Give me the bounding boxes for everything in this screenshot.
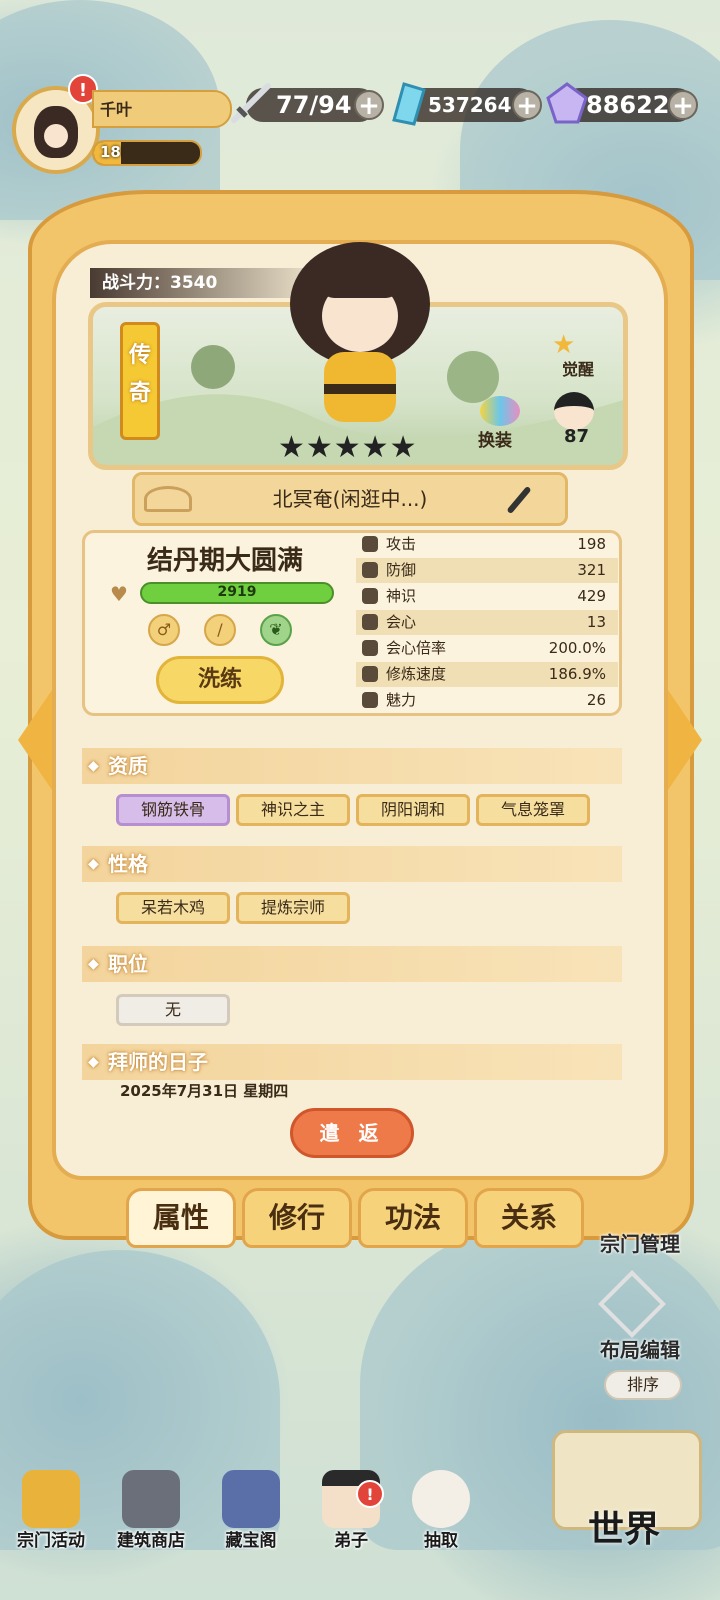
pagoda-icon: [22, 1470, 80, 1528]
stat-value: 321: [577, 561, 606, 579]
rarity-badge: 传 奇: [120, 322, 160, 440]
disciple-count-icon: [554, 392, 594, 430]
stat-name: 神识: [386, 587, 417, 605]
awaken-button[interactable]: 觉醒: [548, 356, 608, 380]
nav-label: 藏宝阁: [225, 1531, 277, 1551]
stat-name: 攻击: [386, 535, 417, 553]
aptitude-header: 资质: [82, 748, 622, 784]
gender-icon[interactable]: ♂: [148, 614, 180, 646]
stat-name: 魅力: [386, 691, 417, 709]
nav-label: 弟子: [334, 1531, 368, 1551]
add-crystals-button[interactable]: +: [512, 90, 542, 120]
mentor-date: 2025年7月31日 星期四: [120, 1082, 289, 1100]
disciple-alert-icon: !: [356, 1480, 384, 1508]
tab-relations[interactable]: 关系: [474, 1188, 584, 1248]
stat-row: 防御 321: [356, 558, 618, 583]
sword-attr-icon[interactable]: /: [204, 614, 236, 646]
gem-icon: [546, 82, 588, 124]
owl-icon: [412, 1470, 470, 1528]
stat-value: 198: [577, 535, 606, 553]
game-screen: { "player": { "name": "千叶", "level": "18…: [0, 0, 720, 1600]
stat-row: 攻击 198: [356, 532, 618, 557]
sect-manage-button[interactable]: 宗门管理: [600, 1228, 680, 1257]
rarity-text-1: 传: [128, 343, 151, 368]
swap-outfit-button[interactable]: 换装: [478, 426, 512, 451]
aptitude-tag[interactable]: 阴阳调和: [356, 794, 470, 826]
stat-value: 429: [577, 587, 606, 605]
spirit-icon: [362, 588, 378, 604]
cultivation-realm: 结丹期大圆满: [146, 546, 303, 576]
stat-row: 修炼速度 186.9%: [356, 662, 618, 687]
sword-icon: [231, 83, 271, 123]
player-name: 千叶: [100, 100, 133, 119]
layout-edit-button[interactable]: 布局编辑: [600, 1334, 680, 1363]
nav-draw[interactable]: 抽取: [398, 1470, 484, 1570]
add-gems-button[interactable]: +: [668, 90, 698, 120]
hp-value: 2919: [217, 584, 257, 600]
tab-attributes[interactable]: 属性: [126, 1188, 236, 1248]
outfit-icon: [480, 396, 520, 426]
charm-heart-icon: [362, 692, 378, 708]
refine-button[interactable]: 洗练: [156, 656, 284, 704]
heart-icon: ♥: [110, 582, 128, 606]
tab-techniques[interactable]: 功法: [358, 1188, 468, 1248]
gems-value: 88622: [586, 91, 670, 119]
position-tag[interactable]: 无: [116, 994, 230, 1026]
player-level: 18: [100, 143, 121, 161]
world-button[interactable]: 世界: [588, 1500, 660, 1552]
nav-label: 建筑商店: [117, 1531, 185, 1551]
stat-name: 防御: [386, 561, 417, 579]
aptitude-tag[interactable]: 气息笼罩: [476, 794, 590, 826]
aptitude-tag[interactable]: 钢筋铁骨: [116, 794, 230, 826]
stat-row: 会心倍率 200.0%: [356, 636, 618, 661]
stamina-value: 77/94: [276, 91, 352, 119]
rarity-text-2: 奇: [128, 381, 151, 406]
next-character-arrow[interactable]: [668, 690, 702, 790]
building-icon: [122, 1470, 180, 1528]
disciple-count: 87: [564, 426, 590, 447]
prev-character-arrow[interactable]: [18, 690, 52, 790]
dismiss-button[interactable]: 遣 返: [290, 1108, 414, 1158]
personality-header: 性格: [82, 846, 622, 882]
stat-value: 13: [586, 613, 606, 631]
location-text: 北冥奄(闲逛中...): [272, 487, 428, 511]
personality-tag[interactable]: 提炼宗师: [236, 892, 350, 924]
crossed-swords-icon: [362, 614, 378, 630]
stat-value: 200.0%: [548, 639, 606, 657]
add-stamina-button[interactable]: +: [354, 90, 384, 120]
character-portrait[interactable]: [280, 234, 440, 434]
meditation-icon: [362, 666, 378, 682]
nav-building-shop[interactable]: 建筑商店: [108, 1470, 194, 1570]
stat-name: 修炼速度: [386, 665, 447, 683]
aptitude-tag[interactable]: 神识之主: [236, 794, 350, 826]
stat-row: 会心 13: [356, 610, 618, 635]
sort-button[interactable]: 排序: [604, 1370, 682, 1400]
avatar-face: [34, 106, 78, 158]
stat-value: 186.9%: [548, 665, 606, 683]
stat-name: 会心倍率: [386, 639, 447, 657]
mentor-date-header: 拜师的日子: [82, 1044, 622, 1080]
nav-treasure[interactable]: 藏宝阁: [208, 1470, 294, 1570]
crit-multiplier-icon: [362, 640, 378, 656]
stat-row: 魅力 26: [356, 688, 618, 713]
nav-label: 宗门活动: [17, 1531, 85, 1551]
crystal-icon: [392, 82, 426, 126]
star-rating: ★★★★★: [278, 430, 418, 465]
shield-icon: [362, 562, 378, 578]
stat-value: 26: [586, 691, 606, 709]
nav-label: 抽取: [424, 1531, 458, 1551]
treasure-pavilion-icon: [222, 1470, 280, 1528]
personality-tag[interactable]: 呆若木鸡: [116, 892, 230, 924]
crystals-value: 537264: [428, 93, 512, 117]
stat-row: 神识 429: [356, 584, 618, 609]
leaf-icon[interactable]: ❦: [260, 614, 292, 646]
position-header: 职位: [82, 946, 622, 982]
nav-sect-activity[interactable]: 宗门活动: [8, 1470, 94, 1570]
stat-name: 会心: [386, 613, 417, 631]
tab-cultivation[interactable]: 修行: [242, 1188, 352, 1248]
fist-icon: [362, 536, 378, 552]
